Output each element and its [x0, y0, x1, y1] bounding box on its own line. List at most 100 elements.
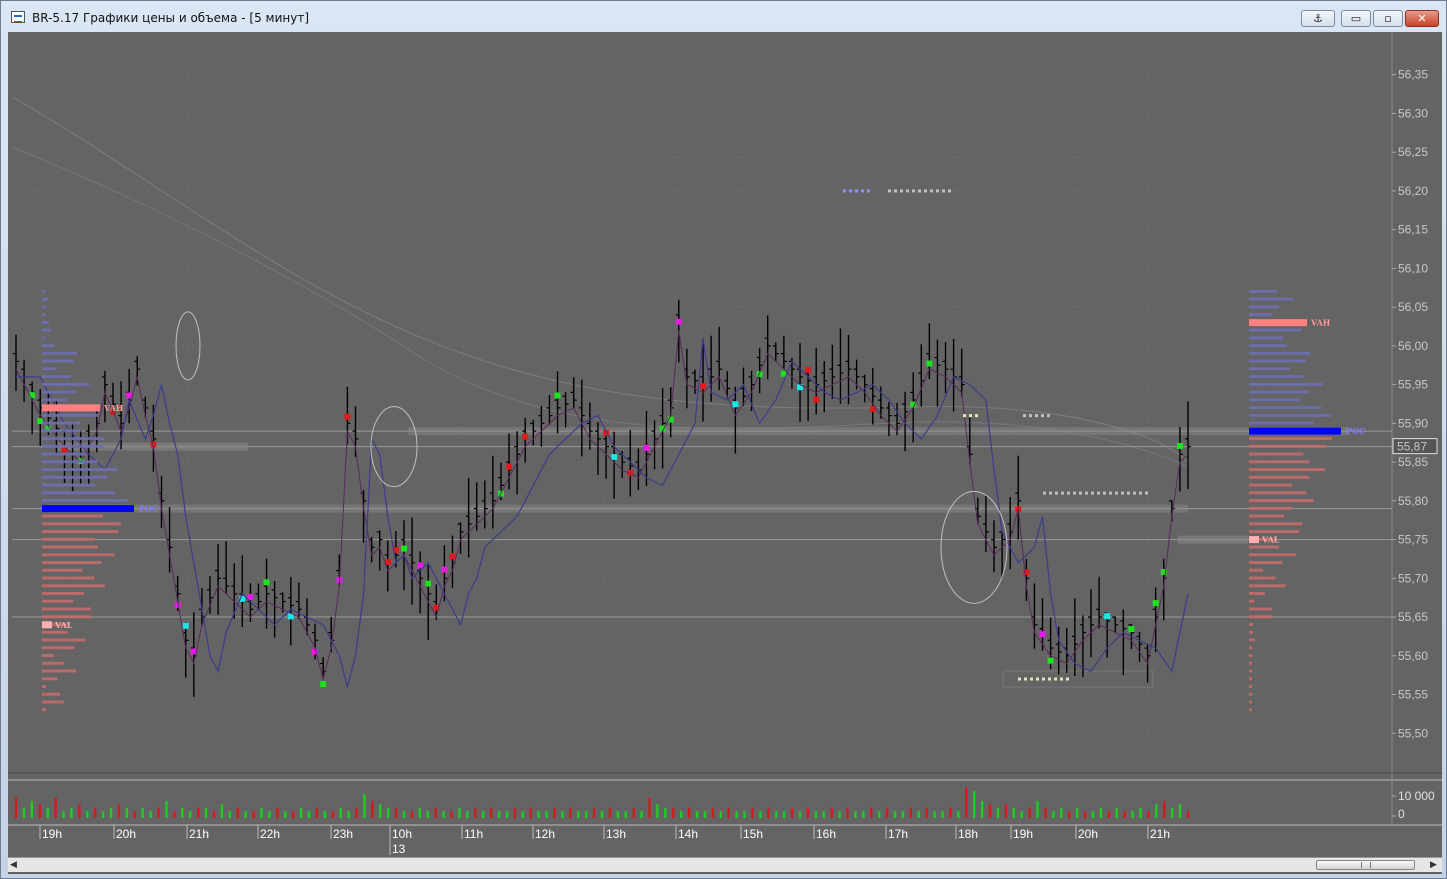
volume-bar[interactable] [719, 811, 722, 818]
volume-bar[interactable] [220, 804, 224, 818]
volume-bar[interactable] [695, 811, 699, 818]
volume-bar[interactable] [1155, 804, 1158, 818]
volume-bar[interactable] [790, 807, 794, 818]
volume-bar[interactable] [577, 811, 580, 818]
volume-bar[interactable] [782, 811, 786, 818]
volume-bar[interactable] [149, 811, 152, 818]
volume-bar[interactable] [513, 807, 517, 818]
volume-bar[interactable] [466, 811, 469, 818]
volume-bar[interactable] [1123, 811, 1126, 818]
volume-bar[interactable] [442, 811, 445, 818]
volume-bar[interactable] [854, 811, 857, 818]
volume-bar[interactable] [901, 811, 905, 818]
volume-bar[interactable] [893, 811, 897, 818]
volume-bar[interactable] [117, 804, 121, 818]
volume-bar[interactable] [529, 807, 532, 818]
volume-bar[interactable] [284, 811, 287, 818]
volume-bar[interactable] [1044, 807, 1047, 818]
volume-bar[interactable] [181, 807, 184, 818]
volume-bar[interactable] [299, 807, 303, 818]
close-button[interactable]: ✕ [1405, 10, 1439, 27]
volume-bar[interactable] [957, 811, 960, 818]
volume-bar[interactable] [877, 811, 881, 818]
volume-bar[interactable] [93, 807, 97, 818]
volume-bar[interactable] [775, 811, 778, 818]
volume-bar[interactable] [236, 807, 239, 818]
volume-bar[interactable] [38, 804, 41, 818]
volume-bar[interactable] [371, 801, 374, 818]
scroll-left-arrow-icon[interactable]: ◀ [10, 860, 20, 870]
horizontal-scrollbar[interactable]: ◀ ▶ [8, 857, 1442, 872]
volume-bar[interactable] [1099, 807, 1103, 818]
volume-bar[interactable] [339, 807, 342, 818]
volume-bar[interactable] [616, 811, 620, 818]
volume-bar[interactable] [965, 787, 968, 818]
volume-bar[interactable] [307, 811, 311, 818]
volume-bar[interactable] [521, 811, 525, 818]
volume-bar[interactable] [1075, 807, 1079, 818]
volume-bar[interactable] [1036, 801, 1039, 818]
volume-bar[interactable] [418, 807, 422, 818]
volume-bar[interactable] [996, 807, 1000, 818]
volume-bar[interactable] [347, 811, 350, 818]
volume-bar[interactable] [109, 807, 113, 818]
volume-bar[interactable] [228, 811, 232, 818]
volume-bar[interactable] [14, 797, 18, 818]
volume-bar[interactable] [1186, 811, 1190, 818]
volume-bar[interactable] [798, 811, 802, 818]
volume-bar[interactable] [1131, 811, 1134, 818]
volume-bar[interactable] [458, 807, 461, 818]
volume-bar[interactable] [363, 794, 366, 818]
volume-bar[interactable] [379, 804, 382, 818]
volume-bar[interactable] [505, 811, 509, 818]
volume-bar[interactable] [909, 807, 913, 818]
volume-bar[interactable] [1107, 811, 1111, 818]
volume-bar[interactable] [489, 807, 493, 818]
volume-bar[interactable] [838, 811, 841, 818]
volume-bar[interactable] [545, 811, 548, 818]
volume-bar[interactable] [355, 807, 358, 818]
volume-bar[interactable] [743, 811, 746, 818]
volume-bar[interactable] [862, 811, 865, 818]
volume-bar[interactable] [1178, 804, 1182, 818]
volume-bar[interactable] [291, 811, 295, 818]
volume-bar[interactable] [260, 807, 263, 818]
volume-bar[interactable] [632, 807, 635, 818]
volume-bar[interactable] [656, 804, 659, 818]
volume-bar[interactable] [450, 811, 453, 818]
volume-bar[interactable] [1139, 807, 1142, 818]
volume-bar[interactable] [133, 811, 136, 818]
volume-bar[interactable] [402, 811, 406, 818]
volume-bar[interactable] [189, 811, 192, 818]
volume-bar[interactable] [1028, 807, 1031, 818]
volume-bar[interactable] [846, 807, 849, 818]
volume-bar[interactable] [474, 807, 477, 818]
volume-bar[interactable] [62, 811, 65, 818]
volume-bar[interactable] [22, 807, 26, 818]
volume-bar[interactable] [735, 811, 738, 818]
price-volume-chart[interactable]: 56,35 56,30 56,25 56,20 56,15 56,10 56,05 56,00… [8, 32, 1442, 857]
volume-bar[interactable] [497, 811, 501, 818]
volume-bar[interactable] [268, 811, 271, 818]
volume-bar[interactable] [54, 797, 57, 818]
volume-bar[interactable] [173, 811, 176, 818]
volume-bar[interactable] [569, 807, 572, 818]
volume-bar[interactable] [1083, 811, 1087, 818]
volume-bar[interactable] [949, 807, 952, 818]
volume-bar[interactable] [1012, 807, 1015, 818]
volume-bar[interactable] [157, 807, 160, 818]
volume-bar[interactable] [933, 811, 936, 818]
volume-bar[interactable] [204, 807, 208, 818]
volume-bar[interactable] [806, 807, 810, 818]
volume-bar[interactable] [1004, 804, 1008, 818]
volume-bar[interactable] [727, 807, 730, 818]
volume-bar[interactable] [941, 811, 944, 818]
volume-bar[interactable] [165, 801, 168, 818]
volume-bar[interactable] [711, 807, 715, 818]
volume-bar[interactable] [1091, 811, 1095, 818]
volume-bar[interactable] [640, 811, 643, 818]
maximize-button[interactable]: ▫ [1373, 10, 1403, 27]
volume-bar[interactable] [648, 797, 651, 818]
volume-bar[interactable] [988, 804, 992, 818]
volume-bar[interactable] [1115, 807, 1118, 818]
